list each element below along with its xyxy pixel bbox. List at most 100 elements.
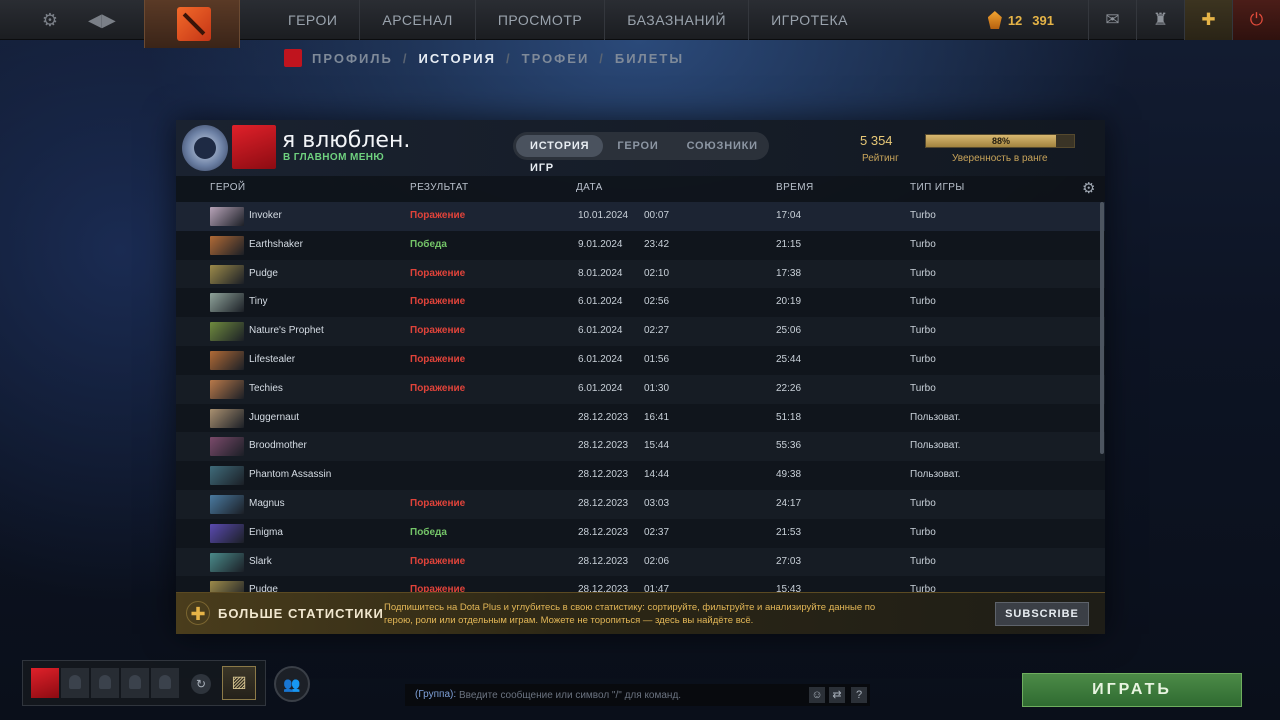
match-date: 28.12.2023 — [578, 440, 629, 452]
help-icon[interactable]: ? — [851, 687, 867, 703]
match-time: 16:41 — [644, 411, 670, 423]
table-row[interactable]: Slark Поражение 28.12.2023 02:06 27:03 Turbo — [176, 547, 1105, 577]
play-button[interactable]: ИГРАТЬ — [1022, 673, 1242, 707]
hero-name: Lifestealer — [249, 353, 296, 365]
table-row[interactable]: Phantom Assassin 28.12.2023 14:44 49:38 Поль… — [176, 461, 1105, 490]
back-arrow-icon[interactable]: ◀▶ — [88, 10, 116, 30]
subscribe-button[interactable]: SUBSCRIBE — [995, 602, 1089, 626]
confidence-text: 88% — [991, 136, 1010, 146]
hero-name: Nature's Prophet — [249, 325, 324, 337]
col-result[interactable]: РЕЗУЛЬТАТ — [410, 182, 469, 193]
nav-watch[interactable]: ПРОСМОТР — [476, 0, 606, 40]
dota-plus-icon[interactable]: ✚ — [1184, 0, 1232, 40]
tab-allies[interactable]: СОЮЗНИКИ — [673, 135, 772, 157]
avatar[interactable] — [232, 125, 276, 169]
dplus-description: Подпишитесь на Dota Plus и углубитесь в … — [384, 602, 876, 626]
hero-name: Pudge — [249, 267, 278, 279]
party-slot-empty[interactable] — [91, 668, 119, 698]
shards-display[interactable]: 12 391 — [987, 11, 1064, 29]
col-hero[interactable]: ГЕРОЙ — [210, 182, 246, 193]
nav-arsenal[interactable]: АРСЕНАЛ — [360, 0, 476, 40]
dota-home-button[interactable] — [144, 0, 240, 48]
hero-portrait — [210, 235, 244, 255]
party-slot-self[interactable] — [31, 668, 59, 698]
profile-subnav: ПРОФИЛЬ / ИСТОРИЯ / ТРОФЕИ / БИЛЕТЫ — [284, 48, 684, 68]
match-time: 02:06 — [644, 555, 670, 567]
nav-learn[interactable]: БАЗАЗНАНИЙ — [605, 0, 750, 40]
tab-match-history[interactable]: ИСТОРИЯ ИГР — [516, 135, 604, 174]
match-type: Turbo — [910, 296, 936, 308]
match-type: Turbo — [910, 584, 936, 592]
chat-input[interactable] — [459, 684, 799, 706]
table-row[interactable]: Earthshaker Победа 9.01.2024 23:42 21:15 Turb… — [176, 230, 1105, 260]
table-header: ГЕРОЙ РЕЗУЛЬТАТ ДАТА ВРЕМЯ ТИП ИГРЫ ⚙ — [176, 176, 1105, 200]
tab-heroes[interactable]: ГЕРОИ — [603, 135, 672, 157]
table-row[interactable]: Tiny Поражение 6.01.2024 02:56 20:19 Turbo — [176, 288, 1105, 318]
party-slot-empty[interactable] — [121, 668, 149, 698]
nav-arcade[interactable]: ИГРОТЕКА — [749, 0, 870, 40]
table-row[interactable]: Pudge Поражение 28.12.2023 01:47 15:43 Turbo — [176, 576, 1105, 592]
table-row[interactable]: Broodmother 28.12.2023 15:44 55:36 Пользоват… — [176, 432, 1105, 462]
subnav-tickets[interactable]: БИЛЕТЫ — [615, 51, 684, 66]
party-slot-empty[interactable] — [151, 668, 179, 698]
match-time: 01:30 — [644, 382, 670, 394]
friends-icon[interactable]: 👥 — [274, 666, 310, 702]
match-duration: 51:18 — [776, 411, 802, 423]
match-duration: 25:44 — [776, 353, 802, 365]
match-type: Turbo — [910, 382, 936, 394]
table-row[interactable]: Techies Поражение 6.01.2024 01:30 22:26 Turbo — [176, 374, 1105, 404]
rank-medal-icon[interactable] — [182, 125, 228, 171]
match-date: 6.01.2024 — [578, 325, 623, 337]
match-duration: 17:04 — [776, 210, 802, 221]
match-result: Поражение — [410, 325, 466, 337]
battle-pass-badge-icon[interactable]: ▨ — [222, 666, 256, 700]
match-duration: 17:38 — [776, 267, 802, 279]
col-date[interactable]: ДАТА — [576, 182, 603, 193]
col-type[interactable]: ТИП ИГРЫ — [910, 182, 965, 193]
subnav-trophies[interactable]: ТРОФЕИ — [522, 51, 590, 66]
mail-icon[interactable]: ✉ — [1088, 0, 1136, 40]
avatar — [284, 49, 302, 67]
top-bar: ⚙ ◀▶ ГЕРОИ АРСЕНАЛ ПРОСМОТР БАЗАЗНАНИЙ И… — [0, 0, 1280, 48]
match-result: Поражение — [410, 497, 466, 509]
chat-settings-icon[interactable]: ⇄ — [829, 687, 845, 703]
match-type: Turbo — [910, 325, 936, 337]
table-settings-gear-icon[interactable]: ⚙ — [1082, 179, 1096, 197]
match-date: 9.01.2024 — [578, 238, 623, 250]
match-duration: 55:36 — [776, 440, 802, 452]
dota-plus-icon: ✚ — [186, 601, 210, 625]
dplus-title: БОЛЬШЕ СТАТИСТИКИ — [218, 606, 384, 621]
col-duration[interactable]: ВРЕМЯ — [776, 182, 814, 193]
power-icon[interactable]: ⏻ — [1232, 0, 1280, 40]
table-row[interactable]: Magnus Поражение 28.12.2023 03:03 24:17 Turbo — [176, 489, 1105, 519]
subnav-profile[interactable]: ПРОФИЛЬ — [312, 51, 393, 66]
match-time: 01:47 — [644, 584, 670, 592]
match-list: Invoker Поражение 10.01.2024 00:07 17:04 Turb… — [176, 202, 1105, 592]
hero-name: Juggernaut — [249, 411, 300, 423]
match-result: Поражение — [410, 382, 466, 394]
refresh-icon[interactable]: ↻ — [191, 674, 211, 694]
match-date: 6.01.2024 — [578, 382, 623, 394]
table-row[interactable]: Lifestealer Поражение 6.01.2024 01:56 25:44 T… — [176, 345, 1105, 375]
match-type: Turbo — [910, 497, 936, 509]
hero-portrait — [210, 379, 244, 399]
table-row[interactable]: Pudge Поражение 8.01.2024 02:10 17:38 Turbo — [176, 259, 1105, 289]
top-bar-left-icons: ⚙ ◀▶ — [40, 10, 116, 30]
scrollbar[interactable] — [1100, 202, 1104, 454]
party-slot-empty[interactable] — [61, 668, 89, 698]
settings-gear-icon[interactable]: ⚙ — [40, 10, 60, 30]
match-result: Поражение — [410, 296, 466, 308]
table-row[interactable]: Invoker Поражение 10.01.2024 00:07 17:04 Turb… — [176, 202, 1105, 231]
match-date: 28.12.2023 — [578, 555, 629, 567]
table-row[interactable]: Enigma Победа 28.12.2023 02:37 21:53 Turbo — [176, 518, 1105, 548]
emoji-icon[interactable]: ☺ — [809, 687, 825, 703]
subnav-history[interactable]: ИСТОРИЯ — [419, 51, 497, 66]
nav-heroes[interactable]: ГЕРОИ — [266, 0, 361, 40]
table-row[interactable]: Nature's Prophet Поражение 6.01.2024 02:27 2… — [176, 317, 1105, 346]
armory-icon[interactable]: ♜ — [1136, 0, 1184, 40]
table-row[interactable]: Juggernaut 28.12.2023 16:41 51:18 Пользоват. — [176, 403, 1105, 433]
match-date: 6.01.2024 — [578, 353, 623, 365]
history-tabs: ИСТОРИЯ ИГР ГЕРОИ СОЮЗНИКИ — [513, 132, 772, 174]
hero-name: Techies — [249, 382, 283, 394]
match-date: 28.12.2023 — [578, 497, 629, 509]
